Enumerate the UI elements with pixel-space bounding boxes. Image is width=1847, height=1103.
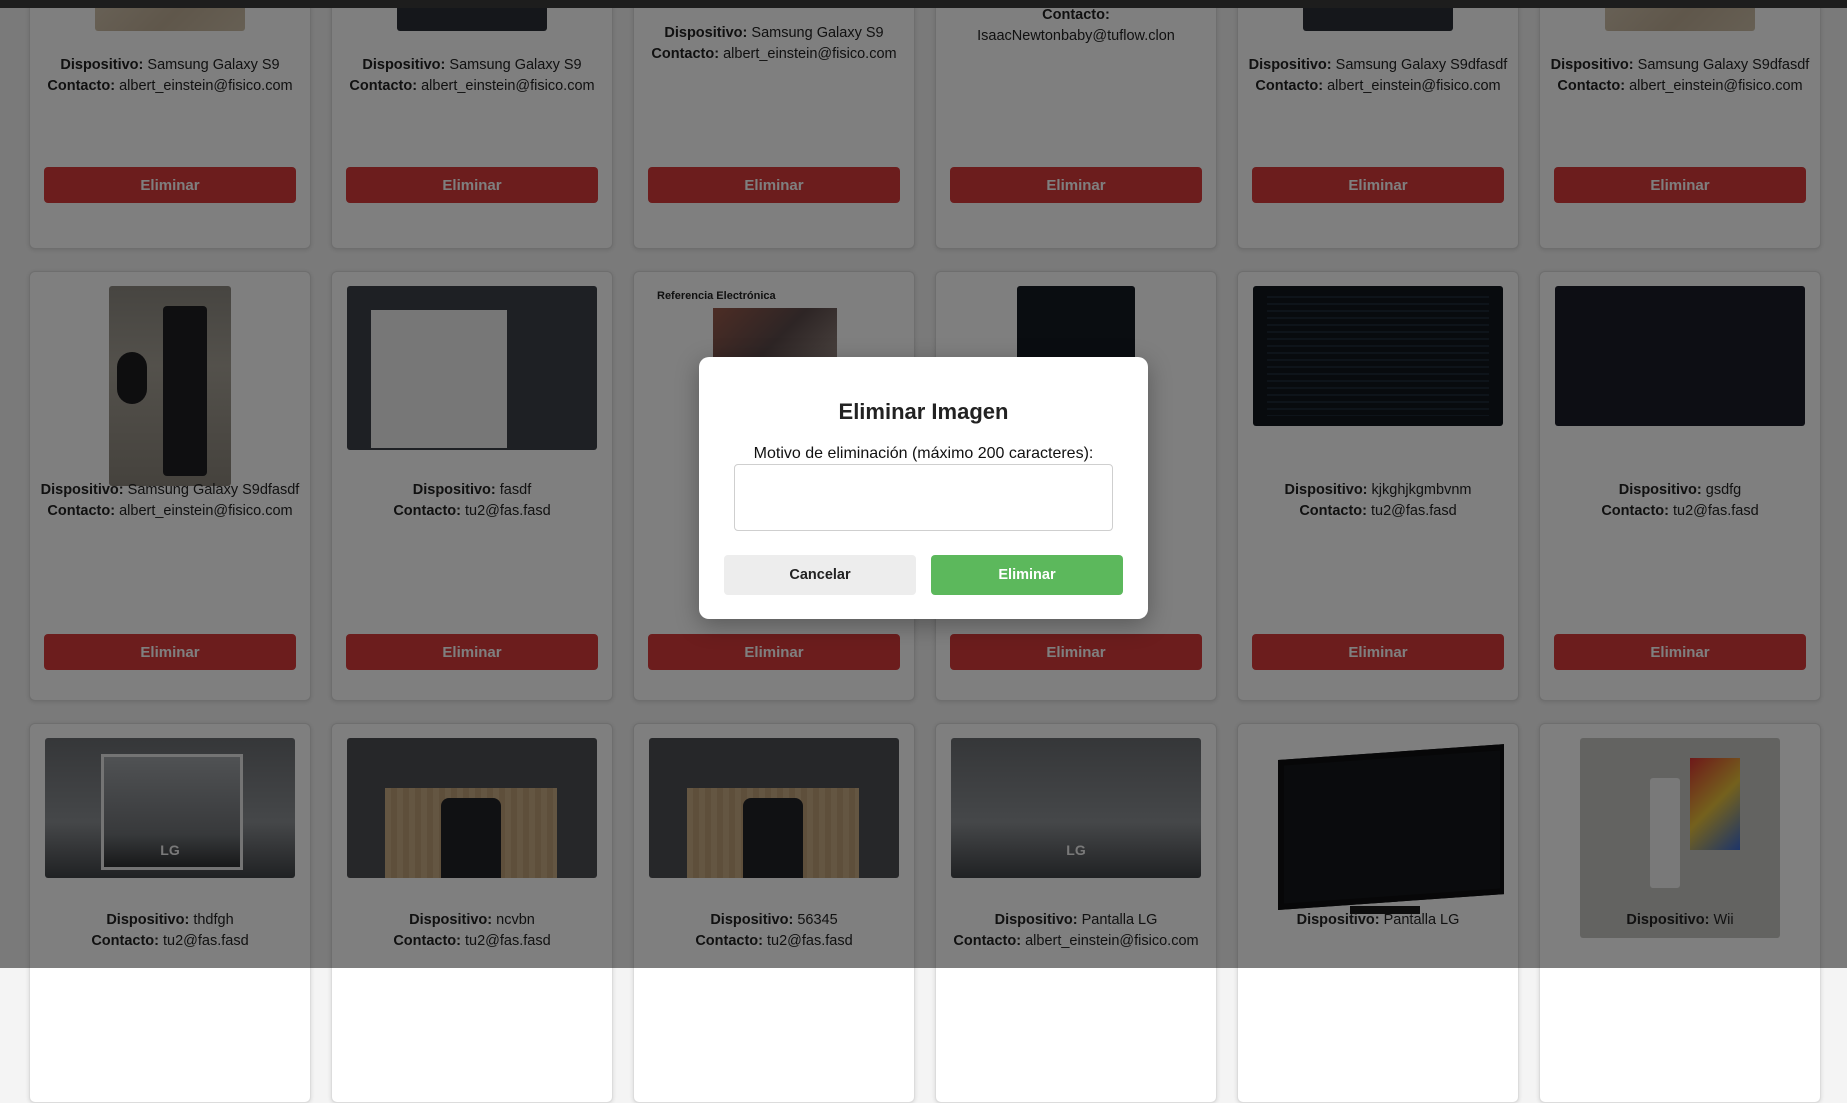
cancel-button[interactable]: Cancelar bbox=[724, 555, 916, 595]
reason-label: Motivo de eliminación (máximo 200 caract… bbox=[753, 445, 1094, 462]
delete-image-modal: Eliminar Imagen Motivo de eliminación (m… bbox=[699, 357, 1148, 619]
modal-title: Eliminar Imagen bbox=[838, 399, 1009, 424]
reason-textarea[interactable] bbox=[734, 464, 1113, 531]
confirm-delete-button[interactable]: Eliminar bbox=[931, 555, 1123, 595]
